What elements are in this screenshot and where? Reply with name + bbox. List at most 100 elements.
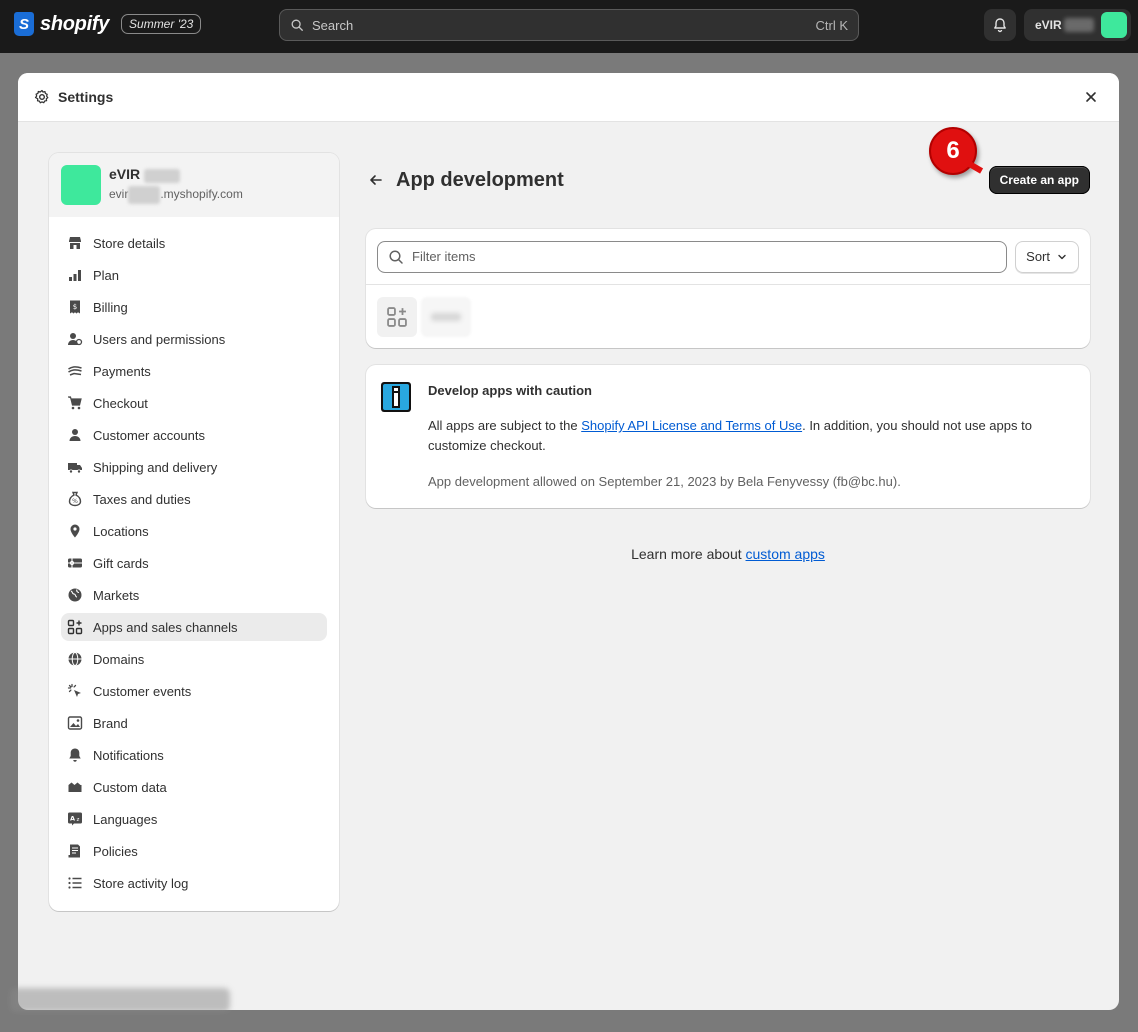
store-card[interactable]: eVIR evir .myshopify.com <box>49 153 339 217</box>
custom-apps-link[interactable]: custom apps <box>746 546 825 562</box>
sidebar-item-label: Checkout <box>93 395 148 411</box>
svg-text:%: % <box>72 498 78 505</box>
store-icon <box>67 235 83 251</box>
sidebar-item-label: Apps and sales channels <box>93 619 238 635</box>
sidebar-item-checkout[interactable]: Checkout <box>61 389 327 417</box>
sidebar-item-custom-data[interactable]: Custom data <box>61 773 327 801</box>
brand-icon <box>67 715 83 731</box>
caution-meta: App development allowed on September 21,… <box>428 474 901 489</box>
filter-input[interactable]: Filter items <box>377 240 1008 273</box>
sidebar-item-label: Store activity log <box>93 875 189 891</box>
sidebar-item-shipping[interactable]: Shipping and delivery <box>61 453 327 481</box>
gift-card-icon <box>67 555 83 571</box>
sidebar-item-policies[interactable]: Policies <box>61 837 327 865</box>
sidebar-item-label: Notifications <box>93 747 164 763</box>
person-icon <box>67 427 83 443</box>
svg-text:A: A <box>70 815 75 823</box>
logo-text: shopify <box>40 12 110 35</box>
chevron-down-icon <box>1058 254 1066 259</box>
settings-nav: Store details Plan $ Billing Users and p… <box>49 217 339 897</box>
filter-placeholder: Filter items <box>412 249 476 264</box>
modal-title: Settings <box>58 89 114 105</box>
search-bar[interactable]: Search Ctrl K <box>279 9 859 41</box>
tax-icon: % <box>67 491 83 507</box>
store-domain-suffix: .myshopify.com <box>160 186 243 201</box>
page-title: App development <box>396 168 564 191</box>
api-license-link[interactable]: Shopify API License and Terms of Use <box>581 418 802 433</box>
sidebar-item-markets[interactable]: Markets <box>61 581 327 609</box>
sidebar-item-brand[interactable]: Brand <box>61 709 327 737</box>
app-list-item[interactable] <box>366 285 1090 348</box>
sidebar-item-label: Users and permissions <box>93 331 226 347</box>
list-icon <box>67 875 83 891</box>
account-name-redacted <box>1063 18 1094 32</box>
store-domain: evir .myshopify.com <box>109 185 243 204</box>
sidebar-item-billing[interactable]: $ Billing <box>61 293 327 321</box>
app-name-redacted <box>421 296 471 337</box>
page-header: App development 6 Create an app <box>366 127 1090 207</box>
close-icon <box>1086 92 1096 102</box>
close-button[interactable] <box>1079 85 1103 109</box>
account-name: eVIR <box>1035 18 1062 32</box>
policies-icon <box>67 843 83 859</box>
sidebar-item-taxes[interactable]: % Taxes and duties <box>61 485 327 513</box>
sidebar-item-customer-events[interactable]: Customer events <box>61 677 327 705</box>
caution-text-before: All apps are subject to the <box>428 418 582 433</box>
sidebar-item-gift-cards[interactable]: Gift cards <box>61 549 327 577</box>
sidebar-item-label: Billing <box>93 299 128 315</box>
store-name-redacted <box>144 168 181 183</box>
filter-row: Filter items Sort <box>366 229 1090 285</box>
bell-icon <box>994 18 1006 33</box>
sidebar-item-payments[interactable]: Payments <box>61 357 327 385</box>
sidebar-item-label: Customer events <box>93 683 192 699</box>
create-app-button[interactable]: Create an app <box>988 166 1090 194</box>
sidebar-item-locations[interactable]: Locations <box>61 517 327 545</box>
cursor-click-icon <box>67 683 83 699</box>
sidebar-item-label: Shipping and delivery <box>93 459 218 475</box>
info-icon <box>381 382 411 412</box>
store-name-text: eVIR <box>109 166 141 183</box>
sidebar-item-users[interactable]: Users and permissions <box>61 325 327 353</box>
store-domain-redacted <box>128 185 161 204</box>
account-avatar <box>1101 12 1127 38</box>
apps-icon <box>67 619 83 635</box>
search-shortcut: Ctrl K <box>815 17 849 33</box>
sidebar-item-label: Policies <box>93 843 138 859</box>
arrow-left-icon <box>370 175 382 185</box>
account-menu[interactable]: eVIR <box>1024 9 1131 41</box>
sidebar-item-domains[interactable]: Domains <box>61 645 327 673</box>
sidebar-item-label: Markets <box>93 587 140 603</box>
settings-sidebar: eVIR evir .myshopify.com Store details Pl… <box>49 153 339 911</box>
sidebar-item-store-details[interactable]: Store details <box>61 229 327 257</box>
sidebar-item-languages[interactable]: Az Languages <box>61 805 327 833</box>
caution-banner: Develop apps with caution All apps are s… <box>366 365 1090 508</box>
sort-label: Sort <box>1026 249 1050 264</box>
edition-badge[interactable]: Summer '23 <box>121 14 202 34</box>
search-icon <box>291 19 303 31</box>
shopify-bag-icon: S <box>14 12 34 36</box>
sidebar-item-label: Plan <box>93 267 120 283</box>
sidebar-item-customer-accounts[interactable]: Customer accounts <box>61 421 327 449</box>
notifications-button[interactable] <box>984 9 1016 41</box>
sidebar-item-apps-and-sales-channels[interactable]: Apps and sales channels <box>61 613 327 641</box>
main-content: App development 6 Create an app Filter i… <box>366 127 1090 562</box>
apps-icon <box>387 306 407 327</box>
gear-icon <box>34 89 49 104</box>
svg-text:z: z <box>77 817 80 823</box>
shopify-logo[interactable]: S shopify Summer '23 <box>14 12 202 36</box>
learn-more: Learn more about custom apps <box>366 546 1090 562</box>
sidebar-item-store-activity-log[interactable]: Store activity log <box>61 869 327 897</box>
globe-icon <box>67 587 83 603</box>
sidebar-item-label: Store details <box>93 235 166 251</box>
store-name: eVIR <box>109 166 243 183</box>
search-placeholder: Search <box>312 17 354 33</box>
store-avatar <box>61 165 101 205</box>
sidebar-item-label: Taxes and duties <box>93 491 191 507</box>
sidebar-item-notifications[interactable]: Notifications <box>61 741 327 769</box>
back-button[interactable] <box>366 170 386 190</box>
users-icon <box>67 331 83 347</box>
sidebar-item-plan[interactable]: Plan <box>61 261 327 289</box>
sidebar-item-label: Gift cards <box>93 555 149 571</box>
sidebar-item-label: Custom data <box>93 779 167 795</box>
sort-button[interactable]: Sort <box>1015 240 1079 273</box>
